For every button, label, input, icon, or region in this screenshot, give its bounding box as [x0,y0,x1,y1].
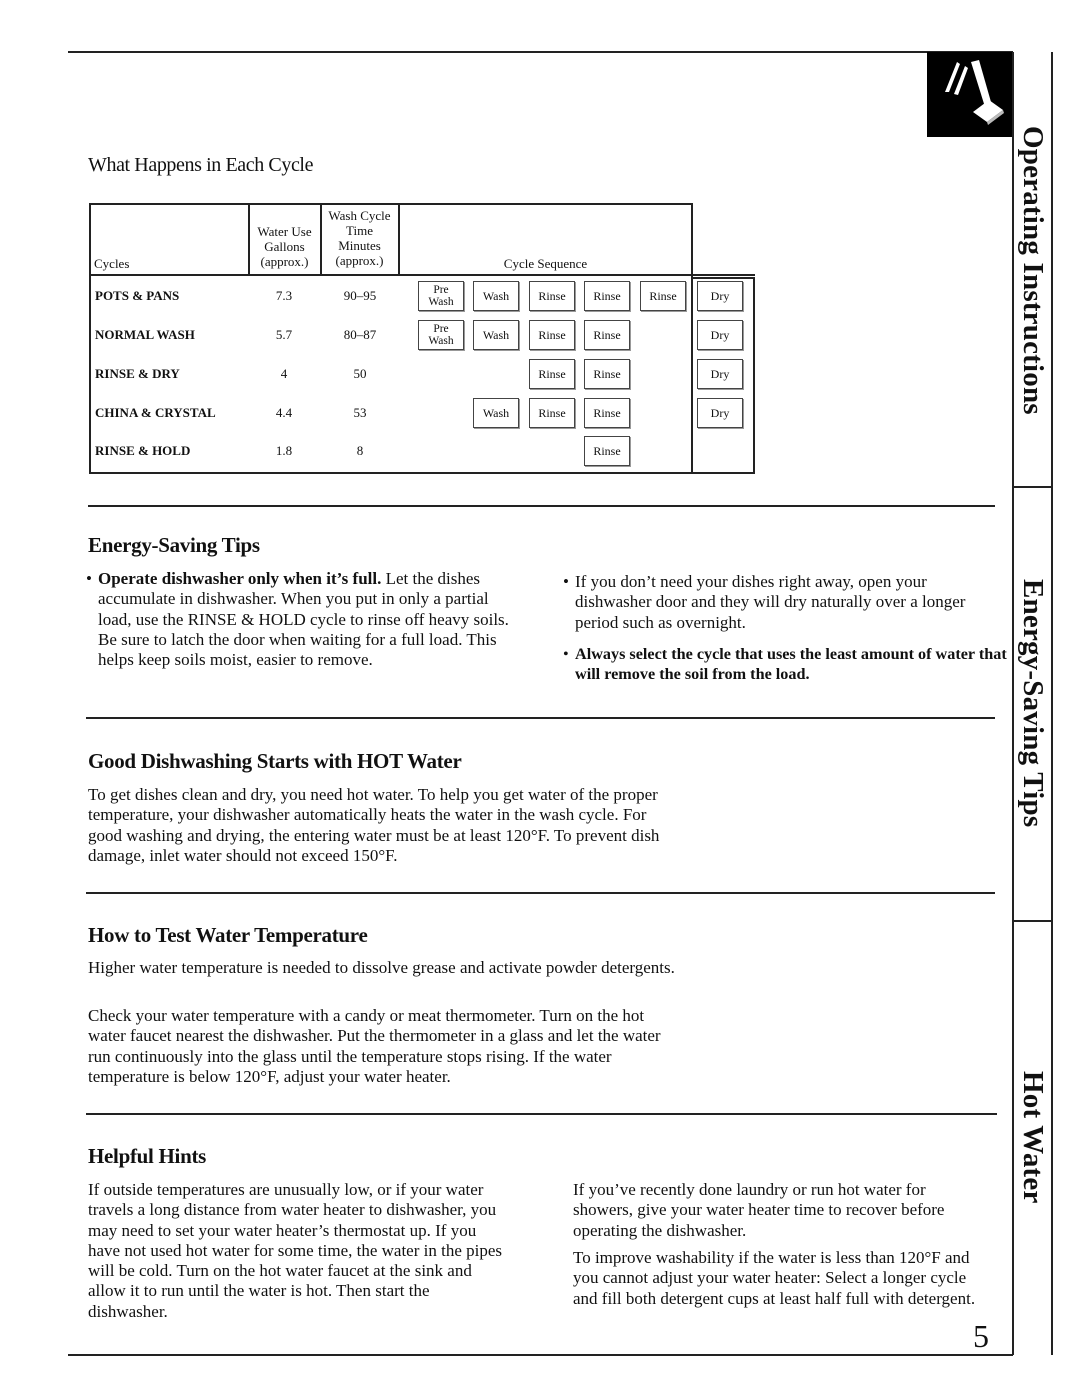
table-title: What Happens in Each Cycle [88,154,314,176]
sequence-step-rinse: Rinse [584,359,630,389]
cycle-name: RINSE & DRY [95,366,180,381]
cycle-name: POTS & PANS [95,288,180,303]
energy-tips-heading: Energy-Saving Tips [88,533,260,557]
top-rule [68,51,1013,53]
header-water-use: Water Use Gallons (approx.) [257,224,312,269]
sequence-step-dry: Dry [697,398,743,428]
sequence-step-rinse: Rinse [529,320,575,350]
water-use-gallons: 7.3 [275,288,293,303]
bullet-icon: • [86,569,92,588]
sidebar-tab-operating-instructions[interactable]: Operating Instructions [1012,100,1053,440]
sequence-step-rinse: Rinse [584,320,630,350]
sequence-step-rinse: Rinse [584,436,630,466]
hand-pressing-button-icon [927,52,1012,137]
sequence-step-pre-wash: Pre Wash [418,281,464,311]
helpful-hints-heading: Helpful Hints [88,1144,207,1168]
cycle-name: NORMAL WASH [95,327,195,342]
helpful-hints-right-2: To improve washability if the water is l… [573,1248,976,1308]
cycle-name: CHINA & CRYSTAL [95,405,216,420]
sequence-step-wash: Wash [473,320,519,350]
sequence-step-rinse: Rinse [529,281,575,311]
helpful-hints-right-1: If you’ve recently done laundry or run h… [573,1180,945,1240]
hand-icon-graphic [945,60,1004,125]
sequence-step-wash: Wash [473,281,519,311]
header-time: Wash Cycle Time Minutes (approx.) [328,208,391,268]
water-use-gallons: 1.8 [275,443,293,458]
test-temperature-para-1: Higher water temperature is needed to di… [88,958,675,977]
cycle-time-minutes: 50 [353,366,367,381]
sequence-step-dry: Dry [697,320,743,350]
sequence-step-rinse: Rinse [584,398,630,428]
header-divider [89,274,755,276]
sequence-step-wash: Wash [473,398,519,428]
test-temperature-heading: How to Test Water Temperature [88,923,368,947]
cycle-time-minutes: 53 [353,405,367,420]
test-temperature-para-2: Check your water temperature with a cand… [88,1006,661,1086]
bottom-rule [68,1354,1013,1356]
section-divider [88,505,995,507]
sidebar-tab-hot-water[interactable]: Hot Water [1012,920,1053,1355]
sequence-step-rinse: Rinse [529,398,575,428]
section-divider [86,1113,997,1115]
bullet-icon: • [563,645,569,663]
section-divider [86,892,995,894]
helpful-hints-left: If outside temperatures are unusually lo… [88,1180,503,1321]
cycle-name: RINSE & HOLD [95,443,191,458]
sequence-step-dry: Dry [697,359,743,389]
sequence-step-rinse: Rinse [529,359,575,389]
sequence-step-pre-wash: Pre Wash [418,320,464,350]
section-divider [86,717,995,719]
water-use-gallons: 4.4 [275,405,293,420]
page-number: 5 [973,1318,989,1354]
cycle-time-minutes: 90–95 [343,288,377,303]
energy-tip-1: • Operate dishwasher only when it’s full.… [86,569,509,670]
cycle-time-minutes: 8 [356,443,364,458]
hot-water-body: To get dishes clean and dry, you need ho… [88,785,660,865]
sidebar-tab-energy-saving-tips[interactable]: Energy-Saving Tips [1012,486,1053,920]
energy-tip-2: • If you don’t need your dishes right awa… [563,572,966,632]
water-use-gallons: 5.7 [275,327,293,342]
header-cycle-sequence: Cycle Sequence [503,256,588,271]
sequence-step-rinse: Rinse [584,281,630,311]
cycle-time-minutes: 80–87 [343,327,377,342]
water-use-gallons: 4 [280,366,288,381]
sequence-step-rinse: Rinse [640,281,686,311]
header-cycles: Cycles [94,256,130,271]
sequence-step-dry: Dry [697,281,743,311]
bullet-icon: • [563,572,569,591]
energy-tip-3: • Always select the cycle that uses the l… [563,645,1007,684]
hot-water-heading: Good Dishwashing Starts with HOT Water [88,749,462,773]
